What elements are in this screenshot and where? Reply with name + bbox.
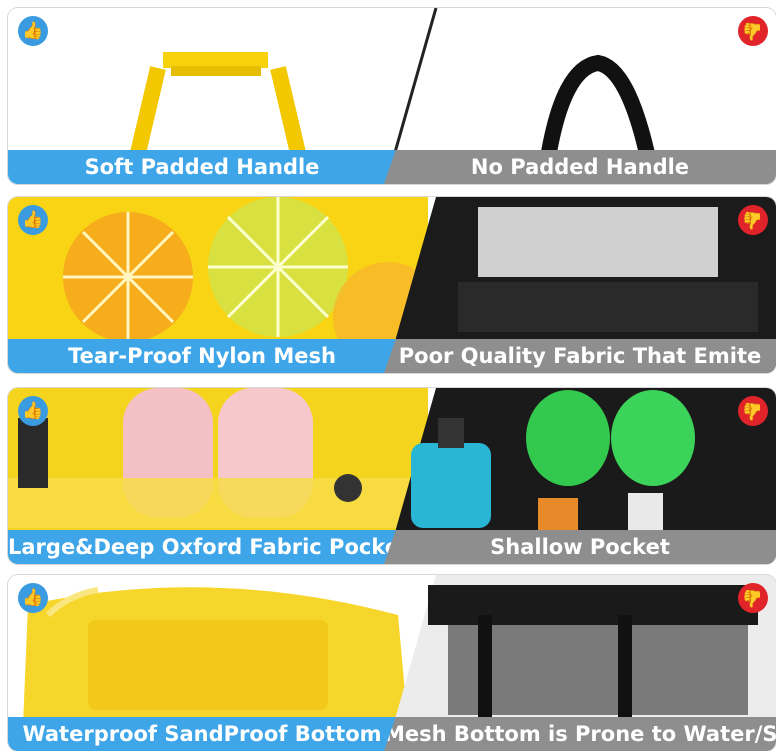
good-feature-label: Tear-Proof Nylon Mesh bbox=[8, 339, 396, 373]
good-feature-label: Soft Padded Handle bbox=[8, 150, 396, 184]
thumbs-down-icon: 👍 bbox=[738, 205, 768, 235]
good-feature-label: Large&Deep Oxford Fabric Pocket bbox=[8, 530, 396, 564]
bad-feature-label: No Padded Handle bbox=[384, 150, 776, 184]
comparison-row-mesh: 👍 👍 Tear-Proof Nylon Mesh Poor Quality F… bbox=[8, 197, 776, 373]
thumbs-down-icon: 👍 bbox=[738, 583, 768, 613]
bad-feature-label: Mesh Bottom is Prone to Water/Sand bbox=[384, 717, 776, 751]
thumbs-up-icon: 👍 bbox=[18, 16, 48, 46]
bad-feature-label: Shallow Pocket bbox=[384, 530, 776, 564]
thumbs-down-icon: 👍 bbox=[738, 396, 768, 426]
comparison-row-handle: 👍 👍 Soft Padded Handle No Padded Handle bbox=[8, 8, 776, 184]
thumbs-up-icon: 👍 bbox=[18, 396, 48, 426]
comparison-row-bottom: 👍 👍 Waterproof SandProof Bottom Mesh Bot… bbox=[8, 575, 776, 751]
thumbs-up-icon: 👍 bbox=[18, 205, 48, 235]
thumbs-down-icon: 👍 bbox=[738, 16, 768, 46]
thumbs-up-icon: 👍 bbox=[18, 583, 48, 613]
good-feature-label: Waterproof SandProof Bottom bbox=[8, 717, 396, 751]
bad-feature-label: Poor Quality Fabric That Emite bbox=[384, 339, 776, 373]
comparison-row-pocket: 👍 👍 Large&Deep Oxford Fabric Pocket Shal… bbox=[8, 388, 776, 564]
